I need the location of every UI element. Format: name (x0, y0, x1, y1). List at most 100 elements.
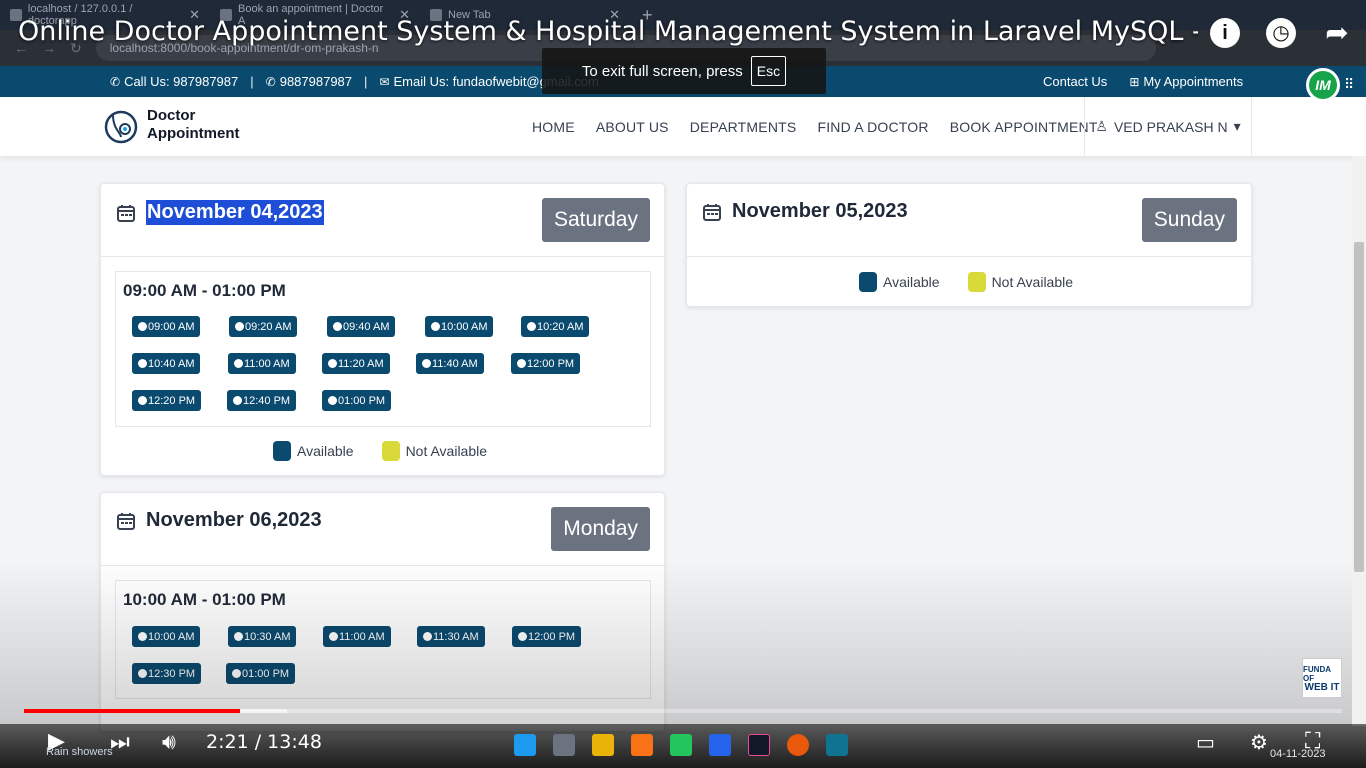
stethoscope-logo-icon (104, 110, 138, 144)
taskbar-apps (514, 734, 848, 756)
radio-icon (234, 359, 243, 368)
day-card: November 04,2023 Saturday 09:00 AM - 01:… (100, 183, 665, 476)
time-slot-button[interactable]: 12:30 PM (132, 663, 202, 684)
time-slot-button[interactable]: 09:20 AM (229, 316, 298, 337)
task-view-icon[interactable] (553, 734, 575, 756)
slot-label: 10:30 AM (244, 630, 291, 643)
time-slot-button[interactable]: 11:40 AM (416, 353, 484, 374)
nav-find-a-doctor[interactable]: FIND A DOCTOR (817, 119, 928, 135)
divider: | (364, 74, 368, 89)
slot-label: 12:40 PM (243, 394, 291, 407)
share-icon[interactable]: ➦ (1322, 18, 1352, 48)
time-slot-button[interactable]: 01:00 PM (322, 390, 392, 411)
call-item[interactable]: ✆ Call Us: 987987987 (110, 74, 238, 89)
esc-key: Esc (750, 56, 787, 86)
volume-icon[interactable]: 🔊︎ (162, 729, 176, 755)
nav-book-appointment[interactable]: BOOK APPOINTMENT (950, 119, 1098, 135)
radio-icon (431, 322, 440, 331)
more-dots-icon[interactable]: ⠿ (1344, 76, 1354, 93)
channel-watermark[interactable]: FUNDA OF WEB IT (1302, 658, 1342, 698)
video-time: 2:21 / 13:48 (206, 731, 322, 753)
time-slot-button[interactable]: 11:00 AM (228, 353, 296, 374)
info-icon[interactable]: i (1210, 18, 1240, 48)
availability-legend: Available Not Available (859, 272, 1073, 292)
weekday-badge: Sunday (1141, 198, 1237, 242)
day-card-header: November 06,2023 Monday (101, 493, 664, 566)
time-slot-button[interactable]: 10:00 AM (425, 316, 494, 337)
time-slot-button[interactable]: 11:00 AM (323, 626, 391, 647)
radio-icon (138, 322, 147, 331)
nav-about-us[interactable]: ABOUT US (596, 119, 669, 135)
nav-departments[interactable]: DEPARTMENTS (690, 119, 797, 135)
slot-label: 11:40 AM (432, 357, 478, 370)
radio-icon (328, 396, 337, 405)
legend-label: Available (297, 443, 354, 459)
nav-menu: HOME ABOUT US DEPARTMENTS FIND A DOCTOR … (532, 97, 1098, 156)
user-menu[interactable]: ♙ VED PRAKASH N ▾ (1084, 97, 1252, 156)
day-card: November 06,2023 Monday 10:00 AM - 01:00… (100, 492, 665, 732)
time-slot-button[interactable]: 10:40 AM (132, 353, 201, 374)
time-slot-button[interactable]: 10:20 AM (521, 316, 590, 337)
slot-label: 11:00 AM (244, 357, 290, 370)
site-logo[interactable]: Doctor Appointment (103, 105, 239, 145)
time-slot-button[interactable]: 01:00 PM (226, 663, 296, 684)
logo-line-2: Appointment (147, 125, 240, 142)
windows-start-icon[interactable] (514, 734, 536, 756)
not-available-swatch (381, 441, 400, 461)
legend-available: Available (859, 272, 940, 292)
time-slot-group: 10:00 AM - 01:00 PM 10:00 AM 10:30 AM 11… (115, 580, 651, 699)
user-name: VED PRAKASH N (1113, 118, 1228, 135)
legend-available: Available (273, 441, 354, 461)
radio-icon (138, 669, 147, 678)
chrome-icon[interactable] (670, 734, 692, 756)
ide-icon[interactable] (748, 734, 770, 756)
photos-icon[interactable] (826, 734, 848, 756)
tray-date: 04-11-2023 (1270, 748, 1326, 760)
time-range: 09:00 AM - 01:00 PM (123, 281, 286, 300)
weekday-badge: Saturday (541, 198, 650, 242)
user-icon: ♙ (1095, 118, 1108, 134)
radio-icon (138, 359, 147, 368)
vscode-icon[interactable] (709, 734, 731, 756)
call-text: Call Us: 987987987 (124, 74, 239, 89)
available-swatch (273, 441, 291, 461)
my-appointments-link[interactable]: ⊞ My Appointments (1129, 74, 1243, 89)
time-slot-button[interactable]: 11:30 AM (417, 626, 485, 647)
time-slot-button[interactable]: 12:00 PM (511, 353, 581, 374)
file-explorer-icon[interactable] (592, 734, 614, 756)
watch-later-icon[interactable]: ◷ (1266, 18, 1296, 48)
radio-icon (232, 669, 241, 678)
xampp-icon[interactable] (631, 734, 653, 756)
slot-label: 10:20 AM (537, 320, 584, 333)
time-slot-button[interactable]: 11:20 AM (322, 353, 390, 374)
radio-icon (517, 359, 526, 368)
radio-icon (423, 632, 432, 641)
nav-home[interactable]: HOME (532, 119, 575, 135)
time-slot-button[interactable]: 09:40 AM (327, 316, 396, 337)
phone-icon: ✆ (110, 75, 121, 89)
scrollbar-thumb[interactable] (1354, 242, 1364, 572)
radio-icon (422, 359, 431, 368)
subtitles-icon[interactable]: ▭ (1196, 730, 1215, 755)
time-slot-button[interactable]: 12:00 PM (512, 626, 582, 647)
postman-icon[interactable] (787, 734, 809, 756)
watermark-line-1: FUNDA OF (1303, 664, 1331, 683)
time-slot-button[interactable]: 09:00 AM (132, 316, 201, 337)
time-slot-button[interactable]: 12:40 PM (227, 390, 297, 411)
settings-gear-icon[interactable]: ⚙ (1250, 730, 1268, 755)
date-text: November 04,2023 (146, 200, 324, 225)
extension-badge-icon[interactable]: IM (1306, 68, 1340, 102)
watermark-line-2: WEB IT (1304, 681, 1340, 693)
slot-label: 11:20 AM (338, 357, 384, 370)
radio-icon (328, 359, 337, 368)
video-title[interactable]: Online Doctor Appointment System & Hospi… (18, 16, 1198, 47)
slot-label: 11:30 AM (433, 630, 479, 643)
call-item[interactable]: ✆ 9887987987 (266, 74, 352, 89)
time-slot-group: 09:00 AM - 01:00 PM 09:00 AM 09:20 AM 09… (115, 271, 651, 427)
logo-line-1: Doctor (147, 107, 196, 124)
time-slot-button[interactable]: 10:00 AM (132, 626, 201, 647)
time-slot-button[interactable]: 10:30 AM (228, 626, 297, 647)
radio-icon (138, 396, 147, 405)
contact-us-link[interactable]: Contact Us (1043, 74, 1107, 89)
time-slot-button[interactable]: 12:20 PM (132, 390, 202, 411)
